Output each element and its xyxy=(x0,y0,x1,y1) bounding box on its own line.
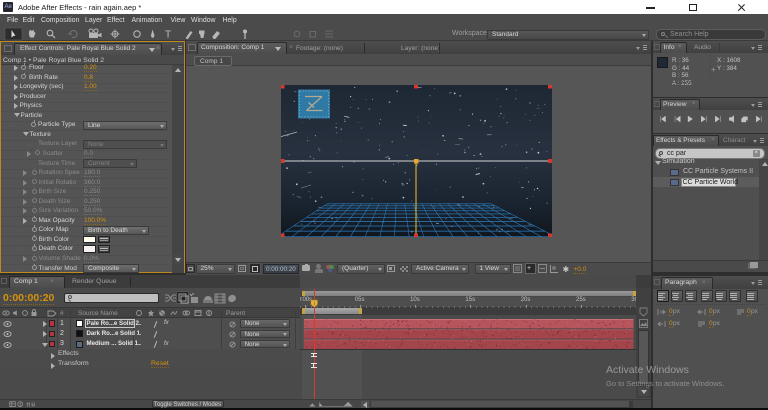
svg-text:T: T xyxy=(165,30,171,41)
